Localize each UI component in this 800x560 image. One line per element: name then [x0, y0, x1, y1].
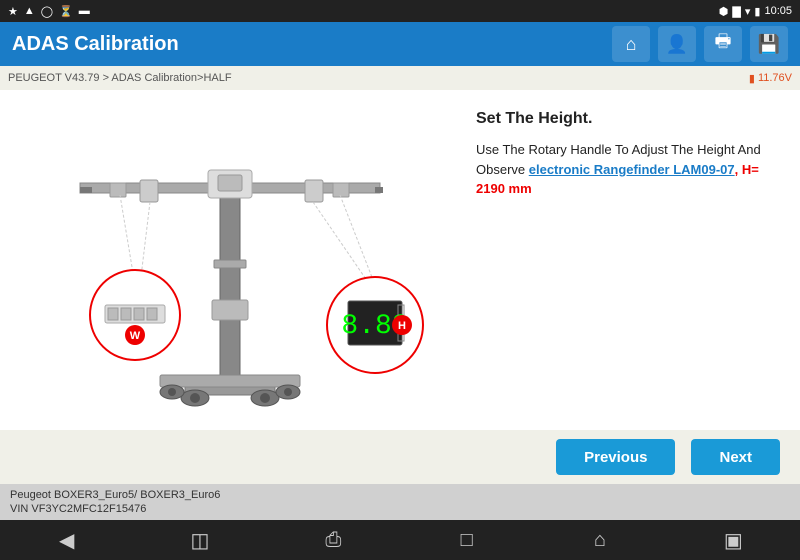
vehicle-vin: VIN VF3YC2MFC12F15476 [10, 502, 220, 516]
alarm-icon: ◯ [41, 5, 53, 18]
instructions-body: Use The Rotary Handle To Adjust The Heig… [476, 140, 784, 199]
status-left-icons: ★ ▲ ◯ ⏳ ▬ [8, 5, 90, 18]
previous-button[interactable]: Previous [556, 439, 675, 475]
battery-status-icon: ▮ [749, 72, 755, 85]
print-button[interactable]: 🖶 [704, 26, 742, 62]
square-nav-button[interactable]: □ [442, 529, 492, 552]
header-icon-group: ⌂ 👤 🖶 💾 [612, 26, 788, 62]
home-nav-button[interactable]: ⌂ [575, 529, 625, 552]
rangefinder-link[interactable]: electronic Rangefinder LAM09-07 [529, 162, 735, 177]
svg-text:H: H [398, 320, 406, 332]
app-header: ADAS Calibration ⌂ 👤 🖶 💾 [0, 22, 800, 66]
wifi-icon: ▾ [745, 5, 751, 18]
bt-icon: ★ [8, 5, 18, 18]
breadcrumb: PEUGEOT V43.79 > ADAS Calibration>HALF [8, 72, 232, 84]
status-right-icons: ⬢ ▇ ▾ ▮ 10:05 [719, 5, 792, 18]
battery-icon: ▮ [754, 5, 760, 18]
clock-icon: ⏳ [59, 5, 73, 18]
svg-text:W: W [130, 330, 141, 342]
diagram-area: W 8.88 H [0, 90, 460, 430]
user-button[interactable]: 👤 [658, 26, 696, 62]
home-button[interactable]: ⌂ [612, 26, 650, 62]
instructions-area: Set The Height. Use The Rotary Handle To… [460, 90, 800, 430]
vehicle-info: Peugeot BOXER3_Euro5/ BOXER3_Euro6 VIN V… [10, 488, 220, 517]
bottom-nav-bar: ◀ ◫ ⎙ □ ⌂ ▣ [0, 520, 800, 560]
app-title: ADAS Calibration [12, 33, 179, 56]
voltage-display: ▮ 11.76V [749, 72, 792, 85]
breadcrumb-bar: PEUGEOT V43.79 > ADAS Calibration>HALF ▮… [0, 66, 800, 90]
next-button[interactable]: Next [691, 439, 780, 475]
back-nav-button[interactable]: ◀ [42, 528, 92, 553]
signal-icon: ▇ [732, 5, 740, 18]
info-bar: Peugeot BOXER3_Euro5/ BOXER3_Euro6 VIN V… [0, 484, 800, 520]
export-button[interactable]: 💾 [750, 26, 788, 62]
status-bar: ★ ▲ ◯ ⏳ ▬ ⬢ ▇ ▾ ▮ 10:05 [0, 0, 800, 22]
instructions-title: Set The Height. [476, 110, 784, 128]
main-content: W 8.88 H [0, 90, 800, 430]
image-nav-button[interactable]: ◫ [175, 528, 225, 553]
notification-icon: ▲ [24, 5, 35, 17]
print-nav-button[interactable]: ⎙ [308, 529, 358, 552]
recent-nav-button[interactable]: ▣ [708, 528, 758, 553]
navigation-bar: Previous Next [0, 430, 800, 484]
calibration-diagram: W 8.88 H [20, 105, 440, 415]
usb-icon: ▬ [79, 5, 90, 17]
time-display: 10:05 [764, 5, 792, 17]
bt2-icon: ⬢ [719, 5, 729, 18]
